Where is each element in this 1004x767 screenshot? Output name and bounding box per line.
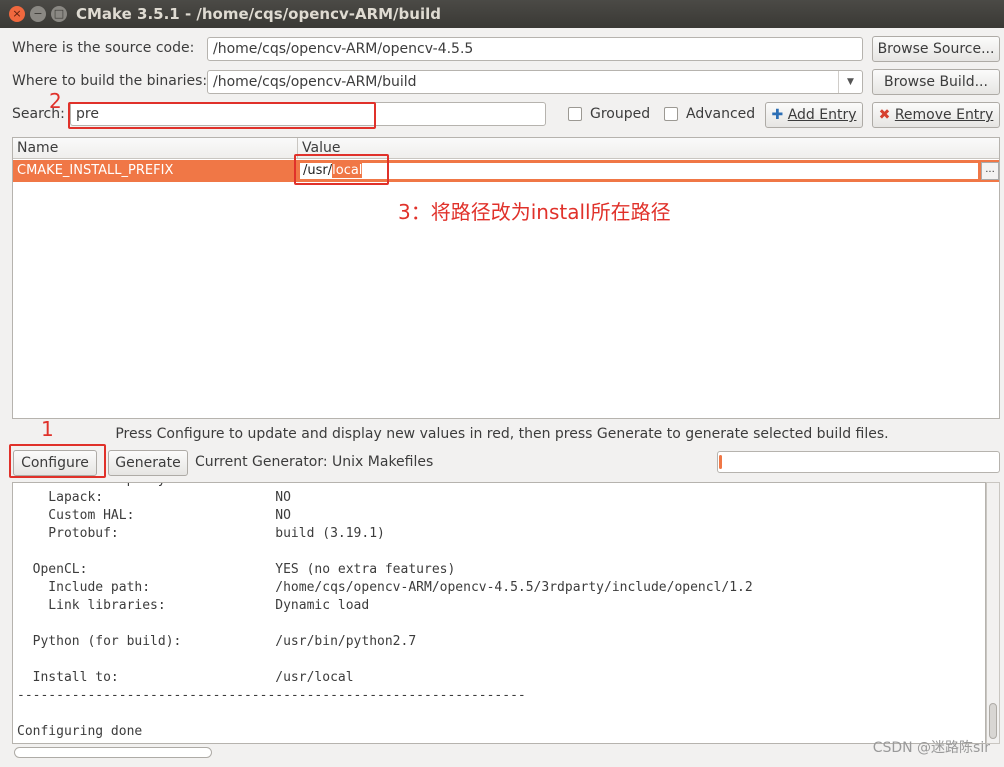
- entry-name: CMAKE_INSTALL_PREFIX: [17, 163, 174, 178]
- generate-button[interactable]: Generate: [108, 450, 188, 476]
- output-vertical-scrollbar[interactable]: [986, 482, 1000, 744]
- advanced-checkbox[interactable]: [664, 107, 678, 121]
- advanced-label: Advanced: [686, 106, 756, 122]
- build-path-value: /home/cqs/opencv-ARM/build: [213, 74, 417, 90]
- plus-icon: ✚: [771, 107, 784, 123]
- scroll-thumb[interactable]: [989, 703, 997, 739]
- info-text: Press Configure to update and display ne…: [115, 426, 889, 442]
- browse-build-button[interactable]: Browse Build...: [872, 69, 1000, 95]
- source-path-input[interactable]: /home/cqs/opencv-ARM/opencv-4.5.5: [207, 37, 863, 61]
- scroll-thumb[interactable]: [14, 747, 212, 758]
- build-label: Where to build the binaries:: [12, 73, 208, 89]
- annotation-box-value: [294, 154, 389, 185]
- watermark: CSDN @迷路陈sir: [872, 740, 990, 756]
- annotation-box-search: [68, 102, 376, 129]
- table-row[interactable]: CMAKE_INSTALL_PREFIX /usr/local ...: [13, 160, 999, 182]
- output-horizontal-scrollbar[interactable]: [12, 746, 986, 760]
- annotation-step-2: 2: [49, 89, 62, 113]
- output-log[interactable]: Other third-party libraries: Lapack: NO …: [12, 482, 986, 744]
- cache-table[interactable]: Name Value CMAKE_INSTALL_PREFIX /usr/loc…: [12, 137, 1000, 419]
- entry-value-input[interactable]: /usr/local: [299, 162, 979, 180]
- annotation-step-3: 3：将路径改为install所在路径: [398, 200, 671, 224]
- current-generator: Current Generator: Unix Makefiles: [195, 454, 434, 470]
- browse-value-button[interactable]: ...: [981, 162, 999, 180]
- grouped-label: Grouped: [590, 106, 651, 122]
- column-header-value[interactable]: Value: [298, 138, 999, 159]
- build-path-combo[interactable]: /home/cqs/opencv-ARM/build ▼: [207, 70, 863, 94]
- add-entry-label: Add Entry: [787, 107, 857, 123]
- add-entry-button[interactable]: ✚ Add Entry: [765, 102, 863, 128]
- source-label: Where is the source code:: [12, 40, 195, 56]
- close-window-icon[interactable]: ×: [9, 6, 25, 22]
- grouped-checkbox[interactable]: [568, 107, 582, 121]
- remove-entry-button[interactable]: ✖ Remove Entry: [872, 102, 1000, 128]
- minimize-window-icon[interactable]: −: [30, 6, 46, 22]
- window-title: CMake 3.5.1 - /home/cqs/opencv-ARM/build: [76, 5, 441, 23]
- output-log-text: Other third-party libraries: Lapack: NO …: [17, 483, 753, 739]
- title-bar: × − □ CMake 3.5.1 - /home/cqs/opencv-ARM…: [0, 0, 1004, 28]
- progress-fill: [719, 455, 722, 469]
- progress-bar: [717, 451, 1000, 473]
- maximize-window-icon[interactable]: □: [51, 6, 67, 22]
- browse-source-button[interactable]: Browse Source...: [872, 36, 1000, 62]
- remove-icon: ✖: [878, 107, 891, 123]
- column-header-name[interactable]: Name: [13, 138, 298, 159]
- chevron-down-icon[interactable]: ▼: [838, 71, 862, 93]
- remove-entry-label: Remove Entry: [894, 107, 994, 123]
- annotation-box-configure: [9, 444, 106, 478]
